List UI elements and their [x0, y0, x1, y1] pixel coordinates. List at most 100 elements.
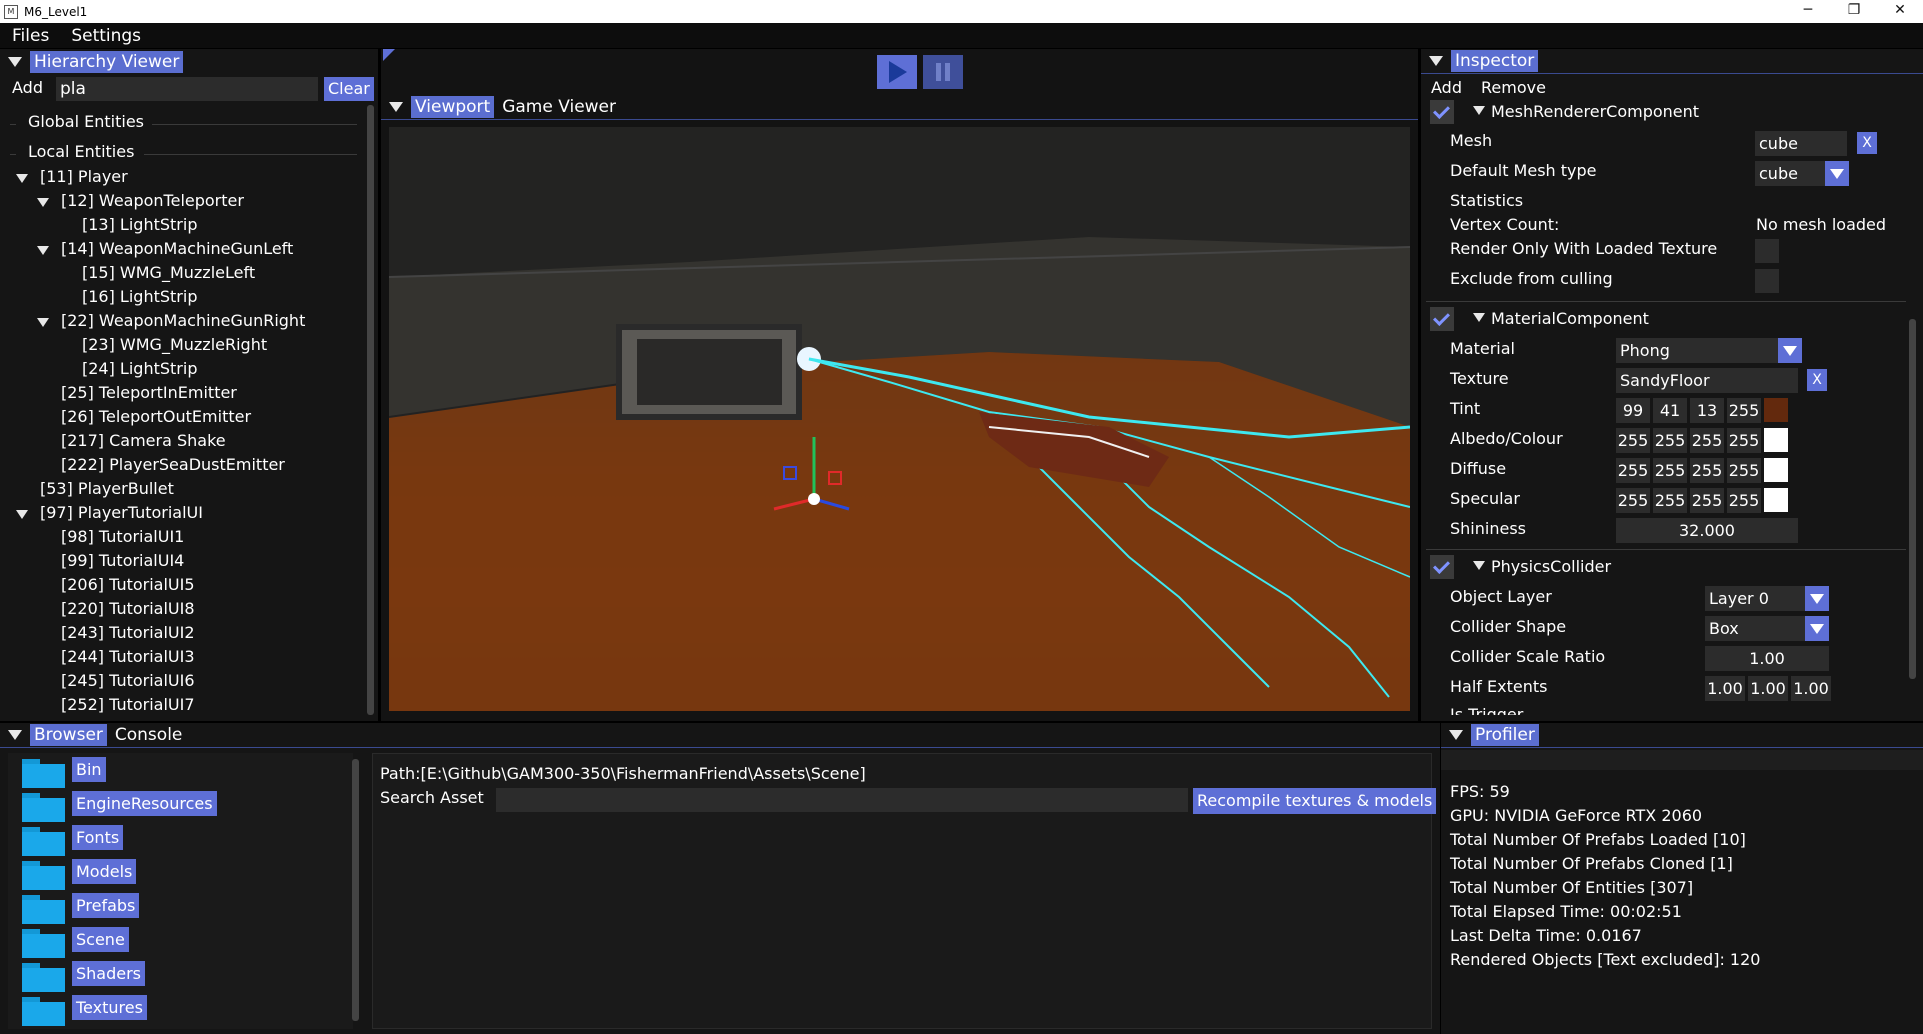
- physics-enabled-checkbox[interactable]: [1430, 555, 1454, 579]
- tree-expand-icon[interactable]: [37, 246, 49, 255]
- tree-item[interactable]: [252] TutorialUI7: [61, 695, 195, 714]
- color-channel-field[interactable]: 255: [1690, 428, 1724, 453]
- tree-item[interactable]: [220] TutorialUI8: [61, 599, 195, 618]
- folder-item[interactable]: EngineResources: [72, 791, 217, 816]
- hierarchy-clear-button[interactable]: Clear: [324, 77, 374, 101]
- tree-item[interactable]: [244] TutorialUI3: [61, 647, 195, 666]
- folder-icon[interactable]: [22, 963, 65, 992]
- default-mesh-type-select[interactable]: cube: [1755, 161, 1825, 186]
- tree-expand-icon[interactable]: [37, 198, 49, 207]
- tab-game-viewer[interactable]: Game Viewer: [498, 96, 620, 118]
- tree-item[interactable]: [12] WeaponTeleporter: [61, 191, 244, 210]
- tree-item[interactable]: [206] TutorialUI5: [61, 575, 195, 594]
- mesh-renderer-expand-icon[interactable]: [1473, 106, 1485, 115]
- color-swatch[interactable]: [1764, 458, 1788, 482]
- color-channel-field[interactable]: 255: [1727, 428, 1761, 453]
- color-channel-field[interactable]: 255: [1727, 488, 1761, 513]
- tree-item[interactable]: [13] LightStrip: [82, 215, 197, 234]
- folder-icon[interactable]: [22, 997, 65, 1026]
- half-extent-y[interactable]: 1.00: [1748, 676, 1788, 701]
- exclude-culling-checkbox[interactable]: [1755, 269, 1779, 293]
- tree-item[interactable]: [24] LightStrip: [82, 359, 197, 378]
- search-asset-input[interactable]: [496, 788, 1188, 812]
- folder-item[interactable]: Scene: [72, 927, 129, 952]
- color-channel-field[interactable]: 13: [1690, 398, 1724, 423]
- tree-item[interactable]: [98] TutorialUI1: [61, 527, 184, 546]
- menu-files[interactable]: Files: [0, 26, 59, 46]
- tree-item[interactable]: [14] WeaponMachineGunLeft: [61, 239, 293, 258]
- color-channel-field[interactable]: 41: [1653, 398, 1687, 423]
- tree-item[interactable]: [26] TeleportOutEmitter: [61, 407, 251, 426]
- tree-item[interactable]: [99] TutorialUI4: [61, 551, 184, 570]
- recompile-button[interactable]: Recompile textures & models: [1193, 788, 1437, 814]
- folder-list-scrollbar[interactable]: [352, 759, 359, 1021]
- inspector-scrollbar[interactable]: [1909, 319, 1916, 679]
- collapse-icon[interactable]: [389, 102, 403, 112]
- hierarchy-scrollbar[interactable]: [367, 105, 374, 715]
- chevron-down-icon[interactable]: [1778, 338, 1802, 363]
- color-channel-field[interactable]: 99: [1616, 398, 1650, 423]
- color-channel-field[interactable]: 255: [1653, 428, 1687, 453]
- tree-item[interactable]: [22] WeaponMachineGunRight: [61, 311, 305, 330]
- folder-icon[interactable]: [22, 827, 65, 856]
- tab-browser[interactable]: Browser: [30, 724, 107, 746]
- color-channel-field[interactable]: 255: [1616, 428, 1650, 453]
- tab-console[interactable]: Console: [111, 724, 187, 746]
- close-button[interactable]: ✕: [1877, 0, 1923, 23]
- texture-clear-button[interactable]: X: [1807, 369, 1827, 391]
- tree-item[interactable]: [11] Player: [40, 167, 128, 186]
- collider-shape-select[interactable]: Box: [1705, 616, 1805, 641]
- hierarchy-add-button[interactable]: Add: [12, 78, 43, 97]
- folder-item[interactable]: Models: [72, 859, 137, 884]
- tree-item[interactable]: [222] PlayerSeaDustEmitter: [61, 455, 285, 474]
- inspector-remove-button[interactable]: Remove: [1481, 78, 1546, 97]
- folder-icon[interactable]: [22, 861, 65, 890]
- tree-item[interactable]: [23] WMG_MuzzleRight: [82, 335, 267, 354]
- collider-scale-field[interactable]: 1.00: [1705, 646, 1829, 671]
- tree-item[interactable]: [16] LightStrip: [82, 287, 197, 306]
- shininess-field[interactable]: 32.000: [1616, 518, 1798, 543]
- collapse-icon[interactable]: [8, 730, 22, 740]
- folder-item[interactable]: Bin: [72, 757, 106, 782]
- color-channel-field[interactable]: 255: [1616, 458, 1650, 483]
- color-swatch[interactable]: [1764, 428, 1788, 452]
- mesh-clear-button[interactable]: X: [1857, 132, 1877, 154]
- tab-profiler[interactable]: Profiler: [1471, 724, 1539, 746]
- material-expand-icon[interactable]: [1473, 313, 1485, 322]
- half-extent-x[interactable]: 1.00: [1705, 676, 1745, 701]
- tree-expand-icon[interactable]: [16, 174, 28, 183]
- scene-view[interactable]: [389, 127, 1410, 711]
- hierarchy-search-input[interactable]: [56, 77, 318, 101]
- mesh-field[interactable]: cube: [1755, 131, 1847, 156]
- color-swatch[interactable]: [1764, 488, 1788, 512]
- play-button[interactable]: [877, 55, 917, 89]
- color-channel-field[interactable]: 255: [1690, 488, 1724, 513]
- folder-item[interactable]: Shaders: [72, 961, 146, 986]
- color-swatch[interactable]: [1764, 398, 1788, 422]
- tree-item[interactable]: [243] TutorialUI2: [61, 623, 195, 642]
- render-only-checkbox[interactable]: [1755, 239, 1779, 263]
- folder-item[interactable]: Fonts: [72, 825, 124, 850]
- folder-icon[interactable]: [22, 793, 65, 822]
- folder-icon[interactable]: [22, 929, 65, 958]
- chevron-down-icon[interactable]: [1825, 161, 1849, 186]
- material-enabled-checkbox[interactable]: [1430, 307, 1454, 331]
- folder-item[interactable]: Textures: [72, 995, 147, 1020]
- folder-icon[interactable]: [22, 895, 65, 924]
- inspector-add-button[interactable]: Add: [1431, 78, 1462, 97]
- mesh-renderer-enabled-checkbox[interactable]: [1430, 100, 1454, 124]
- chevron-down-icon[interactable]: [1805, 586, 1829, 611]
- collapse-icon[interactable]: [8, 56, 22, 67]
- texture-field[interactable]: SandyFloor: [1616, 368, 1798, 393]
- tree-item[interactable]: [97] PlayerTutorialUI: [40, 503, 203, 522]
- collapse-icon[interactable]: [1449, 730, 1463, 740]
- collapse-icon[interactable]: [1429, 56, 1443, 66]
- color-channel-field[interactable]: 255: [1653, 458, 1687, 483]
- color-channel-field[interactable]: 255: [1653, 488, 1687, 513]
- chevron-down-icon[interactable]: [1805, 616, 1829, 641]
- material-select[interactable]: Phong: [1616, 338, 1778, 363]
- tree-item[interactable]: [25] TeleportInEmitter: [61, 383, 237, 402]
- folder-icon[interactable]: [22, 759, 65, 788]
- tree-item[interactable]: [53] PlayerBullet: [40, 479, 174, 498]
- pause-button[interactable]: [923, 55, 963, 89]
